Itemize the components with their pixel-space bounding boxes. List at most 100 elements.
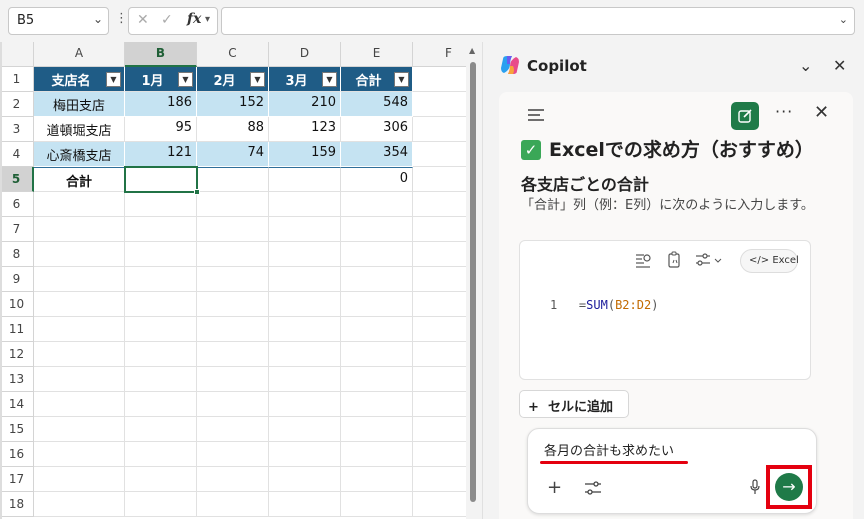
filter-dropdown-icon[interactable]: ▼ [178, 72, 193, 87]
table-header-cell[interactable]: 合計 ▼ [341, 67, 413, 92]
empty-cell[interactable] [34, 317, 125, 342]
enter-icon[interactable]: ✓ [161, 12, 173, 28]
empty-cell[interactable] [341, 442, 413, 467]
worksheet[interactable]: A B C D E F 1 2 3 4 5 6 7 8 9 10 11 12 1… [0, 42, 466, 519]
filter-dropdown-icon[interactable]: ▼ [394, 72, 409, 87]
empty-cell[interactable] [269, 292, 341, 317]
explain-icon[interactable] [634, 251, 652, 269]
empty-cell[interactable] [34, 342, 125, 367]
empty-cell[interactable] [197, 392, 269, 417]
row-header-6[interactable]: 6 [0, 192, 34, 217]
empty-cell[interactable] [341, 267, 413, 292]
empty-cell[interactable] [125, 342, 197, 367]
empty-cell[interactable] [413, 242, 466, 267]
filter-dropdown-icon[interactable]: ▼ [250, 72, 265, 87]
table-header-cell[interactable]: 1月 ▼ [125, 67, 197, 92]
empty-cell[interactable] [34, 267, 125, 292]
empty-cell[interactable] [197, 442, 269, 467]
menu-icon[interactable] [527, 108, 545, 122]
total-cell-m2[interactable] [197, 167, 269, 192]
row-header-9[interactable]: 9 [0, 267, 34, 292]
pane-options-chevron-icon[interactable]: ⌄ [799, 56, 812, 75]
empty-cell[interactable] [34, 292, 125, 317]
row-header-13[interactable]: 13 [0, 367, 34, 392]
row-header-2[interactable]: 2 [0, 92, 34, 117]
table-cell-m2[interactable]: 74 [197, 142, 269, 167]
empty-cell[interactable] [269, 417, 341, 442]
table-cell-branch[interactable]: 道頓堀支店 [34, 117, 125, 142]
empty-cell[interactable] [341, 342, 413, 367]
table-cell-m3[interactable]: 159 [269, 142, 341, 167]
cell-f1[interactable] [413, 67, 466, 92]
empty-cell[interactable] [269, 192, 341, 217]
table-cell-total[interactable]: 548 [341, 92, 413, 117]
empty-cell[interactable] [341, 292, 413, 317]
empty-cell[interactable] [34, 242, 125, 267]
empty-cell[interactable] [341, 492, 413, 517]
table-cell-m1[interactable]: 121 [125, 142, 197, 167]
empty-cell[interactable] [341, 467, 413, 492]
empty-cell[interactable] [125, 192, 197, 217]
row-header-14[interactable]: 14 [0, 392, 34, 417]
empty-cell[interactable] [269, 467, 341, 492]
new-chat-button[interactable] [731, 102, 759, 130]
total-cell-total[interactable]: 0 [341, 167, 413, 192]
send-button[interactable]: → [775, 473, 803, 501]
empty-cell[interactable] [34, 492, 125, 517]
row-header-17[interactable]: 17 [0, 467, 34, 492]
empty-cell[interactable] [269, 392, 341, 417]
expand-formula-bar-icon[interactable]: ⌄ [839, 13, 848, 26]
empty-cell[interactable] [413, 492, 466, 517]
scroll-up-icon[interactable]: ▲ [469, 46, 475, 55]
name-box-chevron-icon[interactable]: ⌄ [93, 12, 103, 26]
add-attachment-icon[interactable]: + [547, 477, 562, 498]
table-cell-m3[interactable]: 123 [269, 117, 341, 142]
prompt-input[interactable]: 各月の合計も求めたい [544, 440, 674, 459]
empty-cell[interactable] [413, 192, 466, 217]
empty-cell[interactable] [34, 417, 125, 442]
empty-cell[interactable] [413, 267, 466, 292]
filter-dropdown-icon[interactable]: ▼ [106, 72, 121, 87]
empty-cell[interactable] [34, 217, 125, 242]
empty-cell[interactable] [125, 217, 197, 242]
cell-f2[interactable] [413, 92, 466, 117]
empty-cell[interactable] [341, 217, 413, 242]
table-cell-total[interactable]: 306 [341, 117, 413, 142]
empty-cell[interactable] [341, 417, 413, 442]
row-header-18[interactable]: 18 [0, 492, 34, 517]
fill-handle[interactable] [194, 189, 200, 195]
empty-cell[interactable] [269, 267, 341, 292]
empty-cell[interactable] [197, 492, 269, 517]
prompt-composer[interactable]: 各月の合計も求めたい + → [527, 428, 817, 514]
empty-cell[interactable] [341, 242, 413, 267]
empty-cell[interactable] [125, 442, 197, 467]
empty-cell[interactable] [413, 392, 466, 417]
empty-cell[interactable] [341, 392, 413, 417]
empty-cell[interactable] [197, 367, 269, 392]
cell-grid[interactable]: 支店名 ▼ 1月 ▼ 2月 ▼ 3月 ▼ 合計 ▼ 梅田支店 186 152 210 54… [34, 67, 466, 519]
total-cell-m3[interactable] [269, 167, 341, 192]
empty-cell[interactable] [197, 192, 269, 217]
prompt-settings-icon[interactable] [584, 481, 602, 495]
empty-cell[interactable] [269, 242, 341, 267]
empty-cell[interactable] [197, 342, 269, 367]
column-header-a[interactable]: A [34, 42, 125, 67]
cancel-icon[interactable]: ✕ [137, 12, 149, 28]
active-cell-border[interactable] [124, 166, 198, 193]
copy-icon[interactable] [666, 251, 684, 269]
table-cell-m2[interactable]: 152 [197, 92, 269, 117]
column-header-f[interactable]: F [413, 42, 466, 67]
scrollbar-thumb[interactable] [470, 62, 476, 502]
row-header-4[interactable]: 4 [0, 142, 34, 167]
insert-function-icon[interactable]: fx [187, 11, 201, 27]
empty-cell[interactable] [34, 442, 125, 467]
empty-cell[interactable] [341, 192, 413, 217]
table-header-cell[interactable]: 3月 ▼ [269, 67, 341, 92]
row-header-15[interactable]: 15 [0, 417, 34, 442]
more-options-icon[interactable]: ⋮ [115, 11, 128, 26]
empty-cell[interactable] [125, 292, 197, 317]
column-header-e[interactable]: E [341, 42, 413, 67]
empty-cell[interactable] [197, 242, 269, 267]
more-options-icon[interactable]: ··· [775, 102, 793, 121]
empty-cell[interactable] [413, 467, 466, 492]
